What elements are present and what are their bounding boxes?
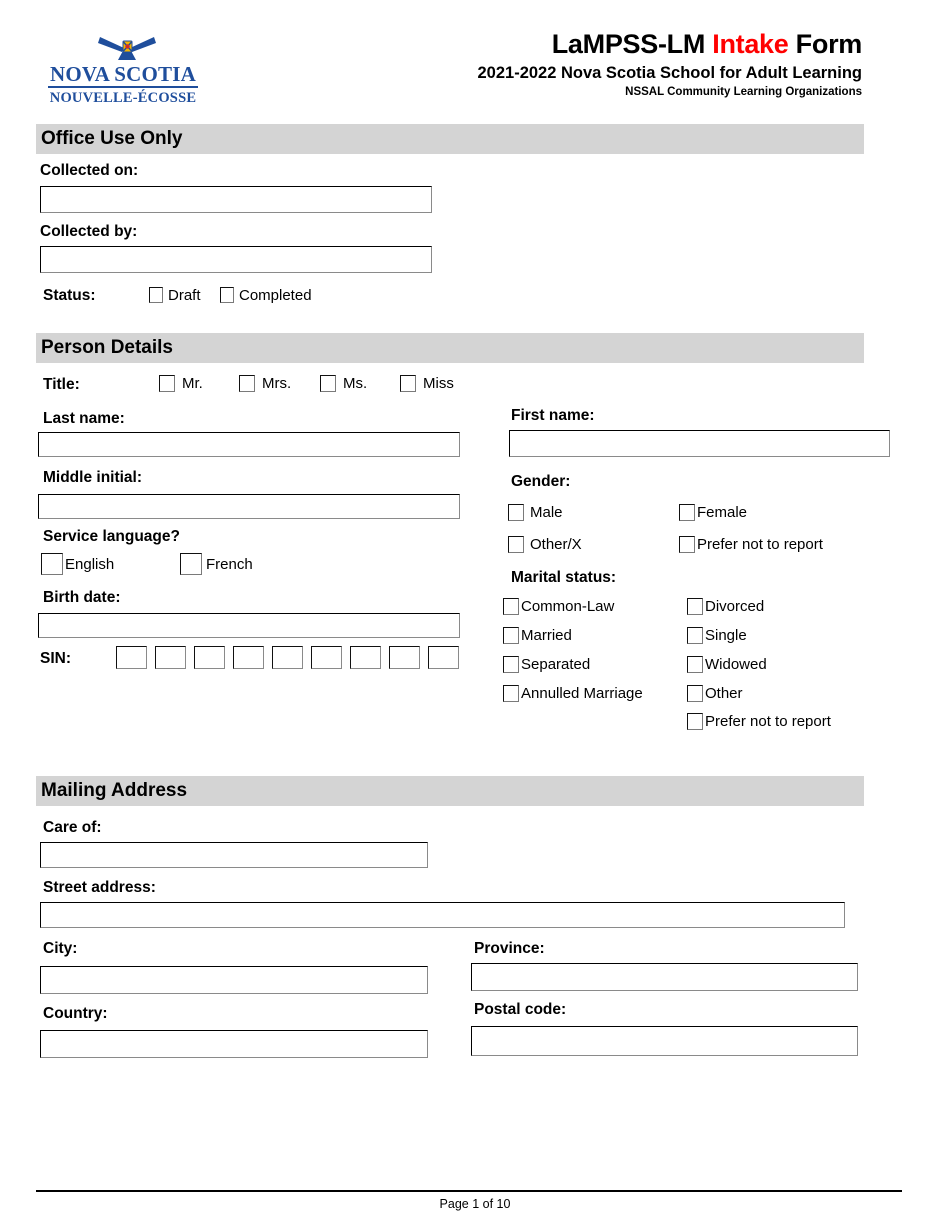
postal-code-input[interactable]: [471, 1026, 858, 1056]
label-status-completed: Completed: [239, 287, 312, 304]
section-header-person-details: Person Details: [36, 333, 864, 363]
label-country: Country:: [43, 1005, 108, 1022]
label-street-address: Street address:: [43, 879, 156, 896]
section-header-office-use: Office Use Only: [36, 124, 864, 154]
label-last-name: Last name:: [43, 410, 125, 427]
city-input[interactable]: [40, 966, 428, 994]
last-name-input[interactable]: [38, 432, 460, 457]
checkbox-gender-other-x[interactable]: [508, 536, 524, 553]
label-sin: SIN:: [40, 650, 71, 667]
label-marital-status: Marital status:: [511, 569, 617, 586]
page-subtitle-secondary: NSSAL Community Learning Organizations: [625, 86, 862, 98]
province-input[interactable]: [471, 963, 858, 991]
footer-page-number: Page 1 of 10: [439, 1197, 511, 1211]
label-gender: Gender:: [511, 473, 571, 490]
label-title-mrs: Mrs.: [262, 375, 292, 392]
label-language-english: English: [65, 556, 115, 573]
section-header-mailing-address: Mailing Address: [36, 776, 864, 806]
title-accent-word: Intake: [712, 29, 789, 59]
checkbox-title-miss[interactable]: [400, 375, 416, 392]
middle-initial-input[interactable]: [38, 494, 460, 519]
label-first-name: First name:: [511, 407, 595, 424]
birth-date-input[interactable]: [38, 613, 460, 638]
checkbox-marital-separated[interactable]: [503, 656, 519, 673]
label-postal-code: Postal code:: [474, 1001, 567, 1018]
checkbox-marital-single[interactable]: [687, 627, 703, 644]
title-block: LaMPSS-LM Intake Form 2021-2022 Nova Sco…: [478, 28, 863, 100]
label-province: Province:: [474, 940, 545, 957]
label-birth-date: Birth date:: [43, 589, 121, 606]
care-of-input[interactable]: [40, 842, 428, 868]
sin-digit-box[interactable]: [272, 646, 303, 669]
label-gender-other-x: Other/X: [530, 536, 582, 553]
first-name-input[interactable]: [509, 430, 890, 457]
checkbox-marital-widowed[interactable]: [687, 656, 703, 673]
label-title-miss: Miss: [423, 375, 454, 392]
label-marital-other: Other: [705, 685, 743, 702]
checkbox-marital-divorced[interactable]: [687, 598, 703, 615]
label-status: Status:: [43, 287, 96, 304]
label-middle-initial: Middle initial:: [43, 469, 143, 486]
sin-digit-box[interactable]: [311, 646, 342, 669]
checkbox-marital-common-law[interactable]: [503, 598, 519, 615]
nova-scotia-logo: NOVA SCOTIA NOUVELLE-ÉCOSSE: [48, 34, 198, 106]
footer-divider: [36, 1190, 902, 1192]
collected-by-input[interactable]: [40, 246, 432, 273]
label-marital-divorced: Divorced: [705, 598, 765, 615]
label-gender-male: Male: [530, 504, 563, 521]
label-service-language: Service language?: [43, 528, 180, 545]
label-status-draft: Draft: [168, 287, 201, 304]
label-collected-by: Collected by:: [40, 223, 138, 240]
label-marital-annulled-marriage: Annulled Marriage: [521, 685, 643, 702]
label-language-french: French: [206, 556, 253, 573]
checkbox-marital-other[interactable]: [687, 685, 703, 702]
label-marital-common-law: Common-Law: [521, 598, 615, 615]
logo-line-english: NOVA SCOTIA: [48, 64, 198, 88]
checkbox-marital-annulled-marriage[interactable]: [503, 685, 519, 702]
label-city: City:: [43, 940, 78, 957]
checkbox-marital-married[interactable]: [503, 627, 519, 644]
label-care-of: Care of:: [43, 819, 102, 836]
sin-digit-box[interactable]: [194, 646, 225, 669]
collected-on-input[interactable]: [40, 186, 432, 213]
label-title: Title:: [43, 376, 80, 393]
checkbox-language-english[interactable]: [41, 553, 63, 575]
title-part-1: LaMPSS-LM: [551, 29, 713, 59]
label-marital-married: Married: [521, 627, 572, 644]
checkbox-status-completed[interactable]: [220, 287, 234, 303]
label-collected-on: Collected on:: [40, 162, 139, 179]
page-subtitle: 2021-2022 Nova Scotia School for Adult L…: [477, 64, 863, 82]
label-marital-single: Single: [705, 627, 747, 644]
sin-digit-box[interactable]: [155, 646, 186, 669]
checkbox-title-mr[interactable]: [159, 375, 175, 392]
sin-digit-box[interactable]: [116, 646, 147, 669]
logo-line-french: NOUVELLE-ÉCOSSE: [49, 90, 197, 106]
sin-digit-box[interactable]: [233, 646, 264, 669]
sin-digit-box[interactable]: [389, 646, 420, 669]
checkbox-marital-prefer-not-to-report[interactable]: [687, 713, 703, 730]
label-gender-prefer-not-to-report: Prefer not to report: [697, 536, 823, 553]
country-input[interactable]: [40, 1030, 428, 1058]
label-gender-female: Female: [697, 504, 748, 521]
checkbox-status-draft[interactable]: [149, 287, 163, 303]
form-header: NOVA SCOTIA NOUVELLE-ÉCOSSE LaMPSS-LM In…: [0, 0, 950, 118]
page-title: LaMPSS-LM Intake Form: [478, 28, 863, 60]
street-address-input[interactable]: [40, 902, 845, 928]
label-title-ms: Ms.: [343, 375, 368, 392]
checkbox-language-french[interactable]: [180, 553, 202, 575]
label-marital-prefer-not-to-report: Prefer not to report: [705, 713, 831, 730]
checkbox-title-mrs[interactable]: [239, 375, 255, 392]
title-part-2: Form: [788, 29, 863, 59]
checkbox-gender-male[interactable]: [508, 504, 524, 521]
label-marital-separated: Separated: [521, 656, 591, 673]
intake-form-page: NOVA SCOTIA NOUVELLE-ÉCOSSE LaMPSS-LM In…: [0, 0, 950, 1230]
checkbox-gender-female[interactable]: [679, 504, 695, 521]
sin-digit-box[interactable]: [350, 646, 381, 669]
checkbox-title-ms[interactable]: [320, 375, 336, 392]
nova-scotia-wordmark: NOVA SCOTIA NOUVELLE-ÉCOSSE: [48, 64, 198, 106]
label-title-mr: Mr.: [182, 375, 203, 392]
label-marital-widowed: Widowed: [705, 656, 767, 673]
sin-digit-box[interactable]: [428, 646, 459, 669]
checkbox-gender-prefer-not-to-report[interactable]: [679, 536, 695, 553]
